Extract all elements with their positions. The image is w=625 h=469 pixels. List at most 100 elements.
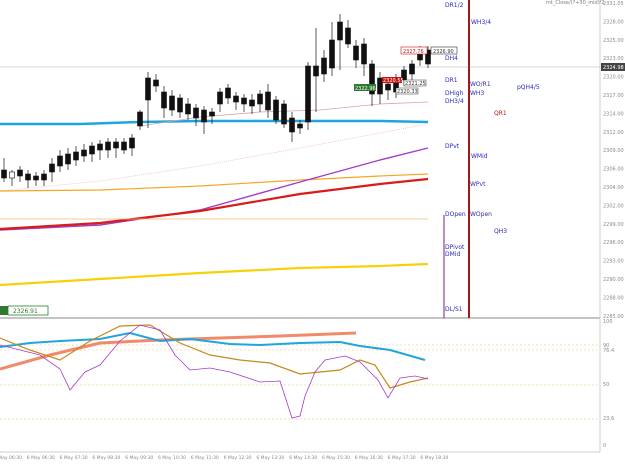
candle-body xyxy=(113,141,119,149)
candle-body xyxy=(257,93,263,105)
candle-body xyxy=(105,141,111,151)
level-dhigh: DHigh xyxy=(445,90,464,97)
price-axis-label: 2304.00 xyxy=(603,185,624,191)
candle-body xyxy=(209,111,215,117)
candle-body xyxy=(81,149,87,157)
current-price-label: 2324.98 xyxy=(603,65,624,71)
level-wh34: WH3/4 xyxy=(471,19,491,26)
candle-body xyxy=(249,99,255,107)
tag-green-mid: 2322.96 xyxy=(355,86,376,92)
time-axis-label: 6 May 07:30 xyxy=(60,455,88,461)
level-wh3: WH3 xyxy=(470,90,484,97)
level-qr1: QR1 xyxy=(494,110,507,117)
price-axis-label: 2331.05 xyxy=(603,1,624,7)
time-axis-label: 6 May 10:30 xyxy=(158,455,186,461)
level-wo-r1: WO/R1 xyxy=(470,81,491,88)
bid-box-value: 2326.91 xyxy=(13,308,38,315)
price-axis-label: 2296.00 xyxy=(603,240,624,246)
candle-body xyxy=(25,173,31,181)
candle-body xyxy=(345,27,351,45)
time-axis-label: 6 May 15:30 xyxy=(322,455,350,461)
candle-body xyxy=(225,87,231,99)
price-axis-label: 2317.00 xyxy=(603,93,624,99)
level-dpvt: DPvt xyxy=(445,143,460,150)
price-axis-label: 2302.00 xyxy=(603,203,624,209)
candle-body xyxy=(321,57,327,75)
price-axis-label: 2314.00 xyxy=(603,111,624,117)
chart-background xyxy=(0,0,625,469)
candle-body xyxy=(73,151,79,161)
osc-axis-label: 100 xyxy=(603,319,613,325)
price-axis-label: 2293.00 xyxy=(603,259,624,265)
level-dmid: DMid xyxy=(445,251,460,258)
price-axis-label: 2290.00 xyxy=(603,277,624,283)
candle-body xyxy=(265,91,271,111)
candle-body xyxy=(337,21,343,41)
time-axis-label: 6 May 11:30 xyxy=(191,455,219,461)
trading-chart[interactable]: mt_Close/(?+30_mid)/2 2327.76 2326.90 23… xyxy=(0,0,625,469)
candle-body xyxy=(33,175,39,181)
candle-body xyxy=(17,169,23,177)
candle-body xyxy=(1,169,7,179)
level-dh34: DH3/4 xyxy=(445,98,464,105)
time-axis-label: 6 May 08:30 xyxy=(92,455,120,461)
candle-body xyxy=(177,97,183,113)
candle-body xyxy=(241,97,247,105)
price-axis-label: 2312.00 xyxy=(603,130,624,136)
candle-body xyxy=(313,65,319,77)
price-axis-label: 2299.00 xyxy=(603,222,624,228)
price-axis-label: 2306.00 xyxy=(603,167,624,173)
candle-body xyxy=(377,77,383,95)
level-dh4: DH4 xyxy=(445,55,458,62)
candle-body xyxy=(217,91,223,105)
candle-body xyxy=(129,137,135,149)
tag-red-top: 2327.76 xyxy=(403,49,424,55)
candle-body xyxy=(233,95,239,103)
candle-body xyxy=(89,145,95,155)
time-axis-label: 6 May 16:30 xyxy=(355,455,383,461)
time-axis[interactable]: 6 May 06:30 6 May 06:30 6 May 07:30 6 May 0… xyxy=(0,455,449,461)
candle-body xyxy=(289,117,295,133)
candle-body xyxy=(153,79,159,87)
price-axis-label: 2309.00 xyxy=(603,148,624,154)
candle-body xyxy=(137,111,143,127)
candle-body xyxy=(297,123,303,129)
level-wopen: WOpen xyxy=(470,211,492,218)
osc-axis-label: 50 xyxy=(603,382,609,388)
candle-body xyxy=(169,95,175,111)
price-axis-label: 2288.00 xyxy=(603,295,624,301)
candle-body xyxy=(361,43,367,65)
candle-body xyxy=(121,141,127,151)
candle-body xyxy=(97,143,103,151)
candle-body xyxy=(161,91,167,109)
level-dr1: DR1 xyxy=(445,77,458,84)
window-title: mt_Close/(?+30_mid)/2 xyxy=(546,0,605,6)
time-axis-label: 6 May 06:30 xyxy=(0,455,22,461)
time-axis-label: 6 May 06:30 xyxy=(27,455,55,461)
candle-body xyxy=(57,155,63,167)
level-qh3: QH3 xyxy=(494,228,507,235)
time-axis-label: 6 May 09:30 xyxy=(125,455,153,461)
bid-box-marker xyxy=(0,306,8,315)
candle-body xyxy=(305,65,311,123)
candle-body xyxy=(193,107,199,119)
candle-body xyxy=(329,39,335,69)
candle-body xyxy=(9,171,15,179)
level-dl-s1: DL/S1 xyxy=(445,306,463,313)
candle-body xyxy=(385,83,391,91)
price-axis-label: 2325.00 xyxy=(603,38,624,44)
level-dpivot: DPivot xyxy=(445,244,465,251)
osc-axis-label: 23.6 xyxy=(603,416,614,422)
candle-body xyxy=(201,109,207,123)
time-axis-label: 6 May 12:30 xyxy=(224,455,252,461)
level-dr1-2: DR1/2 xyxy=(445,2,464,9)
candle-body xyxy=(145,77,151,101)
time-axis-label: 6 May 14:30 xyxy=(289,455,317,461)
tag-red-mid: 2320.55 xyxy=(383,78,404,84)
candle-body xyxy=(185,103,191,115)
candle-body xyxy=(273,99,279,121)
level-dopen: DOpen xyxy=(445,211,466,218)
candle-body xyxy=(49,163,55,173)
level-wpvt: WPvt xyxy=(470,181,486,188)
time-axis-label: 6 May 13:30 xyxy=(256,455,284,461)
